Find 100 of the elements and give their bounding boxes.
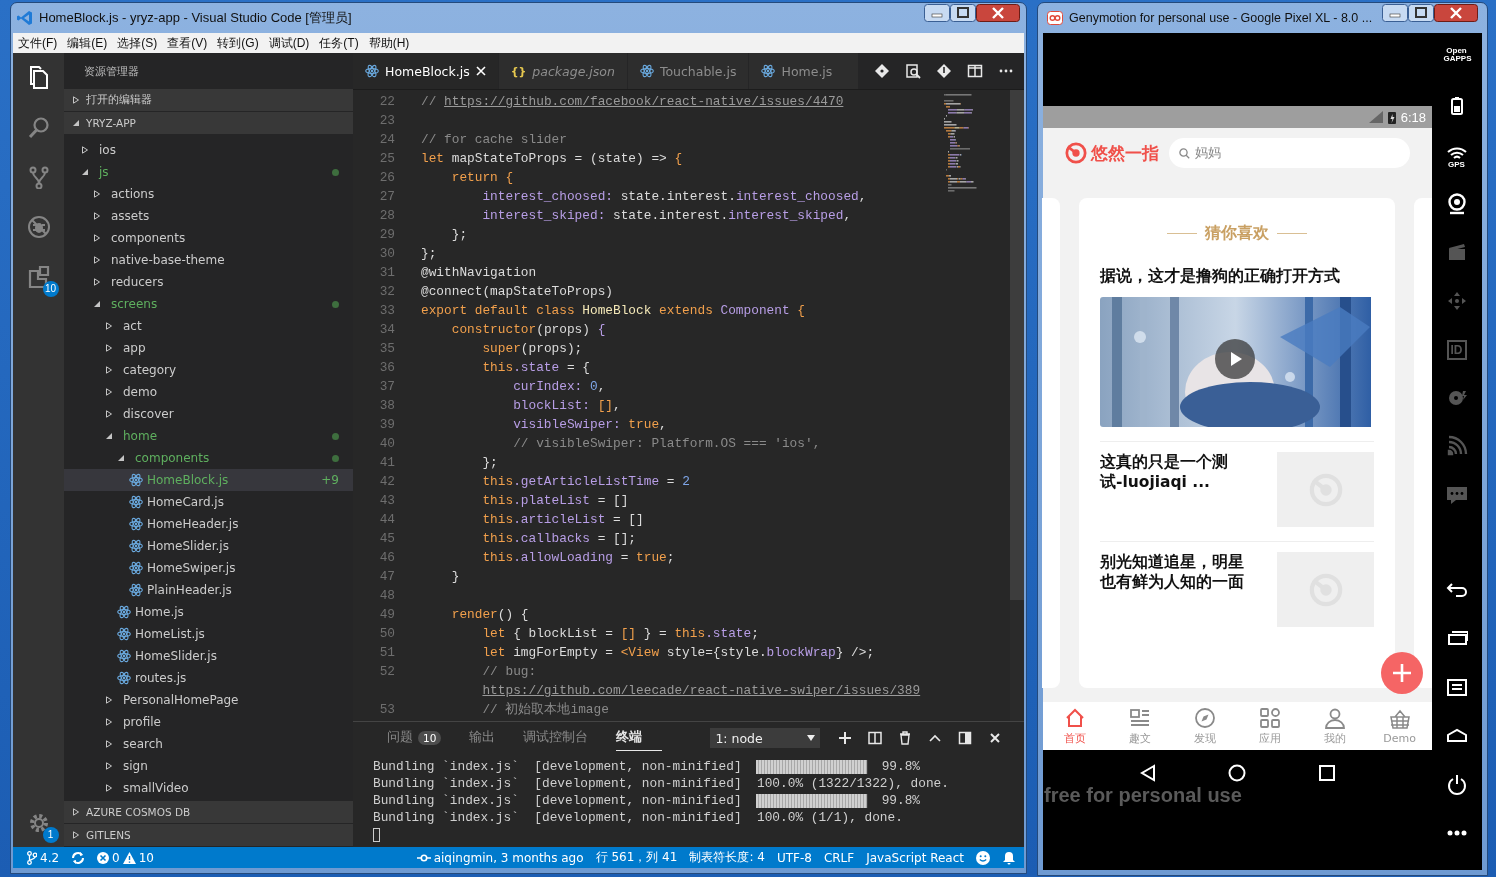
bell-icon[interactable] [1002,850,1016,865]
section-header[interactable]: 打开的编辑器 [64,89,353,111]
close-button[interactable] [1434,4,1478,22]
folder-item[interactable]: demo [64,381,353,403]
folder-item[interactable]: assets [64,205,353,227]
file-item[interactable]: HomeHeader.js [64,513,353,535]
file-item[interactable]: HomeSlider.js [64,645,353,667]
folder-item[interactable]: category [64,359,353,381]
caret-icon[interactable] [72,831,80,839]
maximize-button[interactable] [1408,4,1434,22]
gapps-button[interactable]: Open GAPPS [1443,47,1470,63]
back-icon[interactable] [1138,764,1157,782]
git-diamond-icon[interactable] [874,63,890,79]
article-title[interactable]: 据说，这才是撸狗的正确打开方式 [1100,266,1374,287]
close-icon[interactable] [475,66,486,76]
link[interactable]: https://github.com/leecade/react-native-swiper/issues/389 [482,681,921,700]
folder-item[interactable]: smallVideo [64,777,353,799]
problems-status[interactable]: 0 10 [97,850,154,865]
folder-item[interactable]: ios [64,139,353,161]
folder-item[interactable]: discover [64,403,353,425]
encoding-status[interactable]: UTF-8 [776,850,812,865]
indent-status[interactable]: 制表符长度: 4 [689,849,765,866]
folder-item[interactable]: actions [64,183,353,205]
play-button-icon[interactable] [1215,339,1255,379]
menu-item[interactable]: 帮助(H) [363,34,415,52]
folder-item[interactable]: reducers [64,271,353,293]
maximize-button[interactable] [950,4,976,22]
editor-tab[interactable]: {} package.json [498,53,628,89]
caret-icon[interactable] [93,256,101,264]
caret-icon[interactable] [72,808,80,816]
file-item[interactable]: HomeList.js [64,623,353,645]
caret-icon[interactable] [72,119,80,127]
panel-tab[interactable]: 调试控制台 [523,725,609,751]
caret-icon[interactable] [93,190,101,198]
power-icon[interactable] [1445,773,1468,795]
caret-icon[interactable] [105,410,113,418]
split-editor-icon[interactable] [967,63,983,79]
menu-item[interactable]: 文件(F) [13,34,63,52]
file-item[interactable]: PlainHeader.js [64,579,353,601]
caret-icon[interactable] [105,718,113,726]
caret-icon[interactable] [105,784,113,792]
folder-item[interactable]: home [64,425,353,447]
caret-icon[interactable] [105,388,113,396]
caret-icon[interactable] [105,762,113,770]
eol-status[interactable]: CRLF [823,850,855,865]
menu-item[interactable]: 调试(D) [263,34,315,52]
maximize-panel-icon[interactable] [958,731,973,745]
folder-item[interactable]: screens [64,293,353,315]
folder-item[interactable]: app [64,337,353,359]
menu-item[interactable]: 查看(V) [162,34,213,52]
caret-icon[interactable] [93,212,101,220]
folder-item[interactable]: js [64,161,353,183]
caret-icon[interactable] [105,344,113,352]
compare-icon[interactable] [905,63,921,79]
file-item[interactable]: Home.js [64,601,353,623]
caret-icon[interactable] [105,432,113,440]
trash-icon[interactable] [898,731,913,745]
file-item[interactable]: HomeSlider.js [64,535,353,557]
caret-icon[interactable] [93,278,101,286]
home-icon[interactable] [1228,764,1247,782]
debug-icon[interactable] [26,215,51,239]
blame-status[interactable]: aiqingmin, 3 months ago [416,850,584,865]
article-title[interactable]: 别光知道追星，明星也有鲜为人知的一面 [1100,552,1250,627]
panel-tab[interactable]: 问题 10 [387,725,462,751]
branch-status[interactable]: 4.2 [27,850,60,865]
folder-item[interactable]: native-base-theme [64,249,353,271]
caret-icon[interactable] [105,740,113,748]
section-header[interactable]: AZURE COSMOS DB [64,801,353,823]
cursor-position[interactable]: 行 561，列 41 [595,849,678,866]
folder-item[interactable]: profile [64,711,353,733]
caret-icon[interactable] [93,300,101,308]
panel-tab[interactable]: 输出 [469,725,516,751]
close-button[interactable] [976,4,1020,22]
terminal-dropdown[interactable]: 1: node [710,728,821,748]
sync-icon[interactable] [71,850,86,865]
file-item[interactable]: HomeBlock.js +9 [64,469,353,491]
folder-item[interactable]: act [64,315,353,337]
caret-icon[interactable] [105,696,113,704]
recents-icon[interactable] [1318,764,1337,782]
gps-button[interactable]: GPS [1445,144,1468,193]
link[interactable]: https://github.com/facebook/react-native/issues/4470 [444,92,844,111]
menu-item[interactable]: 任务(T) [314,34,364,52]
minimize-button[interactable] [924,4,950,22]
folder-item[interactable]: search [64,733,353,755]
folder-item[interactable]: sign [64,755,353,777]
menu-item[interactable]: 编辑(E) [62,34,113,52]
editor-tab[interactable]: Touchable.js [627,53,750,89]
split-icon[interactable] [868,731,883,745]
search-icon[interactable] [26,115,51,139]
menu-item[interactable]: 转到(G) [212,34,264,52]
caret-icon[interactable] [93,234,101,242]
caret-icon[interactable] [81,146,89,154]
add-icon[interactable] [838,731,853,745]
search-field[interactable]: 妈妈 [1169,138,1410,168]
section-header[interactable]: GITLENS [64,824,353,846]
file-item[interactable]: HomeSwiper.js [64,557,353,579]
caret-icon[interactable] [72,96,80,104]
smiley-icon[interactable] [976,850,990,865]
language-status[interactable]: JavaScript React [866,850,964,865]
section-header[interactable]: YRYZ-APP [64,112,353,134]
